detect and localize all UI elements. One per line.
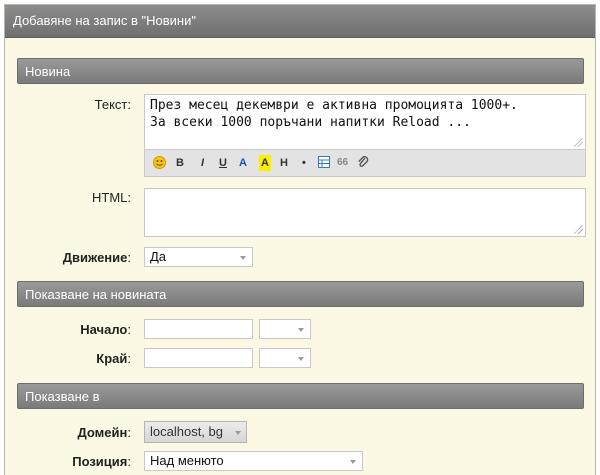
section-header-display: Показване на новината (17, 281, 584, 307)
domain-label: Домейн: (77, 425, 131, 440)
editor-toolbar: B I U A A H • 66 (144, 150, 586, 177)
start-date-input[interactable] (144, 319, 253, 339)
chevron-down-icon (298, 328, 304, 332)
list-button[interactable]: • (302, 155, 306, 171)
start-label: Начало: (80, 322, 131, 337)
html-label: HTML: (92, 190, 131, 205)
start-time-select[interactable] (259, 319, 311, 339)
end-label: Край: (96, 351, 131, 366)
text-editor[interactable]: През месец декември е активна промоцията… (144, 94, 586, 150)
section-header-shown-in: Показване в (17, 383, 584, 409)
end-time-select[interactable] (259, 348, 311, 368)
position-select[interactable]: Над менюто (144, 451, 363, 471)
italic-button[interactable]: I (201, 155, 204, 171)
movement-label: Движение: (62, 250, 131, 265)
window-title: Добавяне на запис в "Новини" (5, 5, 595, 38)
text-color-button[interactable]: A (239, 155, 247, 171)
movement-select[interactable]: Да (144, 247, 253, 267)
domain-select[interactable]: localhost, bg (144, 421, 247, 443)
chevron-down-icon (298, 357, 304, 361)
position-select-value: Над менюто (150, 453, 224, 468)
domain-select-value: localhost, bg (150, 424, 223, 439)
bold-button[interactable]: B (176, 155, 184, 171)
text-editor-content: През месец декември е активна промоцията… (150, 98, 518, 130)
highlight-button[interactable]: A (259, 155, 271, 171)
html-field[interactable] (144, 188, 586, 237)
chevron-down-icon (350, 460, 356, 464)
movement-select-value: Да (150, 249, 167, 264)
table-icon[interactable] (318, 156, 330, 173)
paperclip-icon[interactable] (357, 155, 369, 174)
end-date-input[interactable] (144, 348, 253, 368)
smiley-icon[interactable] (153, 156, 166, 174)
quote-button[interactable]: 66 (337, 155, 348, 171)
resize-grip-icon[interactable] (574, 138, 583, 147)
chevron-down-icon (235, 431, 241, 435)
resize-grip-icon[interactable] (574, 225, 583, 234)
heading-button[interactable]: H (280, 155, 288, 171)
section-header-news: Новина (17, 58, 584, 84)
position-label: Позиция: (72, 454, 131, 469)
underline-button[interactable]: U (219, 155, 227, 171)
dialog-window: Добавяне на запис в "Новини" Новина Текс… (4, 4, 596, 475)
chevron-down-icon (240, 256, 246, 260)
text-label: Текст: (94, 97, 131, 112)
